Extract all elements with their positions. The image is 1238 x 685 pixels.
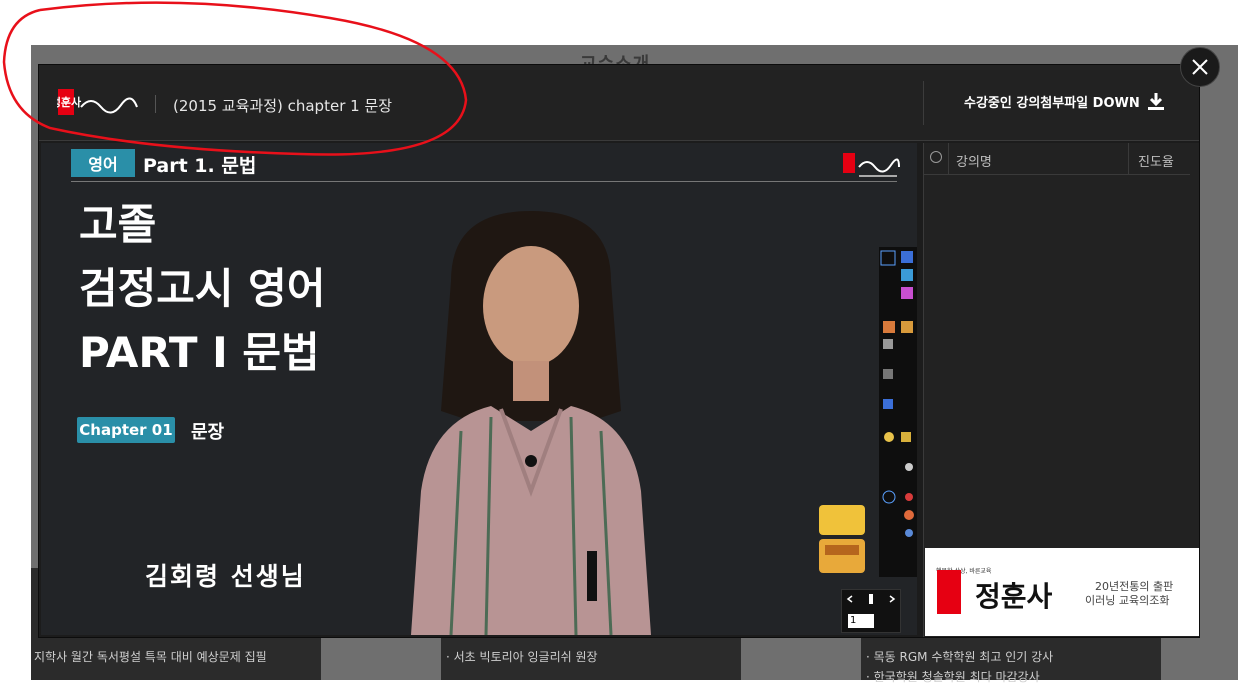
page-nav-arrows-icon[interactable] [842, 590, 900, 608]
brand-ad-banner[interactable]: 행복한 상상, 바른교육 정훈사 20년전통의 출판 이러닝 교육의조화 [925, 548, 1199, 636]
subject-badge: 영어 [71, 149, 135, 177]
move-widget[interactable] [817, 503, 867, 577]
lecture-title-line: PART I 문법 [79, 328, 320, 377]
brand-logo: 정훈사 [57, 89, 138, 115]
page-number-input[interactable]: 1 [848, 614, 874, 628]
instructor-figure [411, 211, 651, 635]
video-player[interactable]: 영어 Part 1. 문법 고졸 검정고시 영어 PART I 문법 Chapt… [41, 143, 917, 635]
attachment-download-label: 수강중인 강의첨부파일 DOWN [964, 95, 1140, 111]
brand-logo-text: 정훈사 [57, 95, 82, 109]
lecture-list-panel: 강의명 진도율 행복한 상상, 바른교육 정훈사 20년전통의 출판 이러닝 교… [923, 143, 1199, 637]
chapter-name: 문장 [191, 422, 225, 443]
ad-tagline: 이러닝 교육의조화 [1085, 594, 1170, 607]
header-divider [155, 95, 156, 113]
column-divider [948, 143, 949, 175]
background-card-text: · 목동 RGM 수학학원 최고 인기 강사 [866, 650, 1054, 664]
teacher-name: 김회령 선생님 [145, 562, 306, 591]
column-divider [1128, 143, 1129, 175]
chapter-badge: Chapter 01 [77, 417, 175, 443]
lecture-list-header: 강의명 진도율 [924, 143, 1190, 175]
play-icon[interactable] [930, 151, 942, 163]
ad-brand-logo: 정훈사 [937, 570, 1053, 614]
background-card-text: · 한국학원 청솔학원 최다 마감강사 [866, 670, 1040, 684]
header-divider [923, 81, 924, 125]
lecture-main-title: 고졸 검정고시 영어 PART I 문법 [79, 193, 325, 385]
close-button[interactable] [1180, 47, 1220, 87]
video-brand-logo [843, 153, 900, 177]
page-navigator[interactable]: 1 [841, 589, 901, 633]
background-card-text: · 서초 빅토리아 잉글리쉬 원장 [446, 650, 598, 664]
close-icon [1192, 59, 1208, 75]
lecture-player-modal: 정훈사 (2015 교육과정) chapter 1 문장 수강중인 강의첨부파일… [38, 64, 1200, 638]
course-title: (2015 교육과정) chapter 1 문장 [173, 97, 393, 115]
column-header-lecture-name: 강의명 [956, 155, 992, 170]
player-header: 정훈사 (2015 교육과정) chapter 1 문장 수강중인 강의첨부파일… [39, 65, 1199, 141]
background-card-text: 지학사 월간 독서평설 특목 대비 예상문제 집필 [34, 650, 267, 664]
lecture-title-line: 검정고시 영어 [79, 264, 326, 313]
download-icon [1147, 93, 1164, 110]
attachment-download-button[interactable]: 수강중인 강의첨부파일 DOWN [964, 87, 1166, 115]
column-header-progress: 진도율 [1138, 155, 1174, 170]
video-divider [71, 181, 897, 182]
lecture-title-line: 고졸 [79, 200, 157, 249]
ad-brand-text: 정훈사 [975, 580, 1053, 613]
part-label: Part 1. 문법 [143, 155, 257, 177]
drawing-toolbar[interactable] [879, 247, 917, 577]
